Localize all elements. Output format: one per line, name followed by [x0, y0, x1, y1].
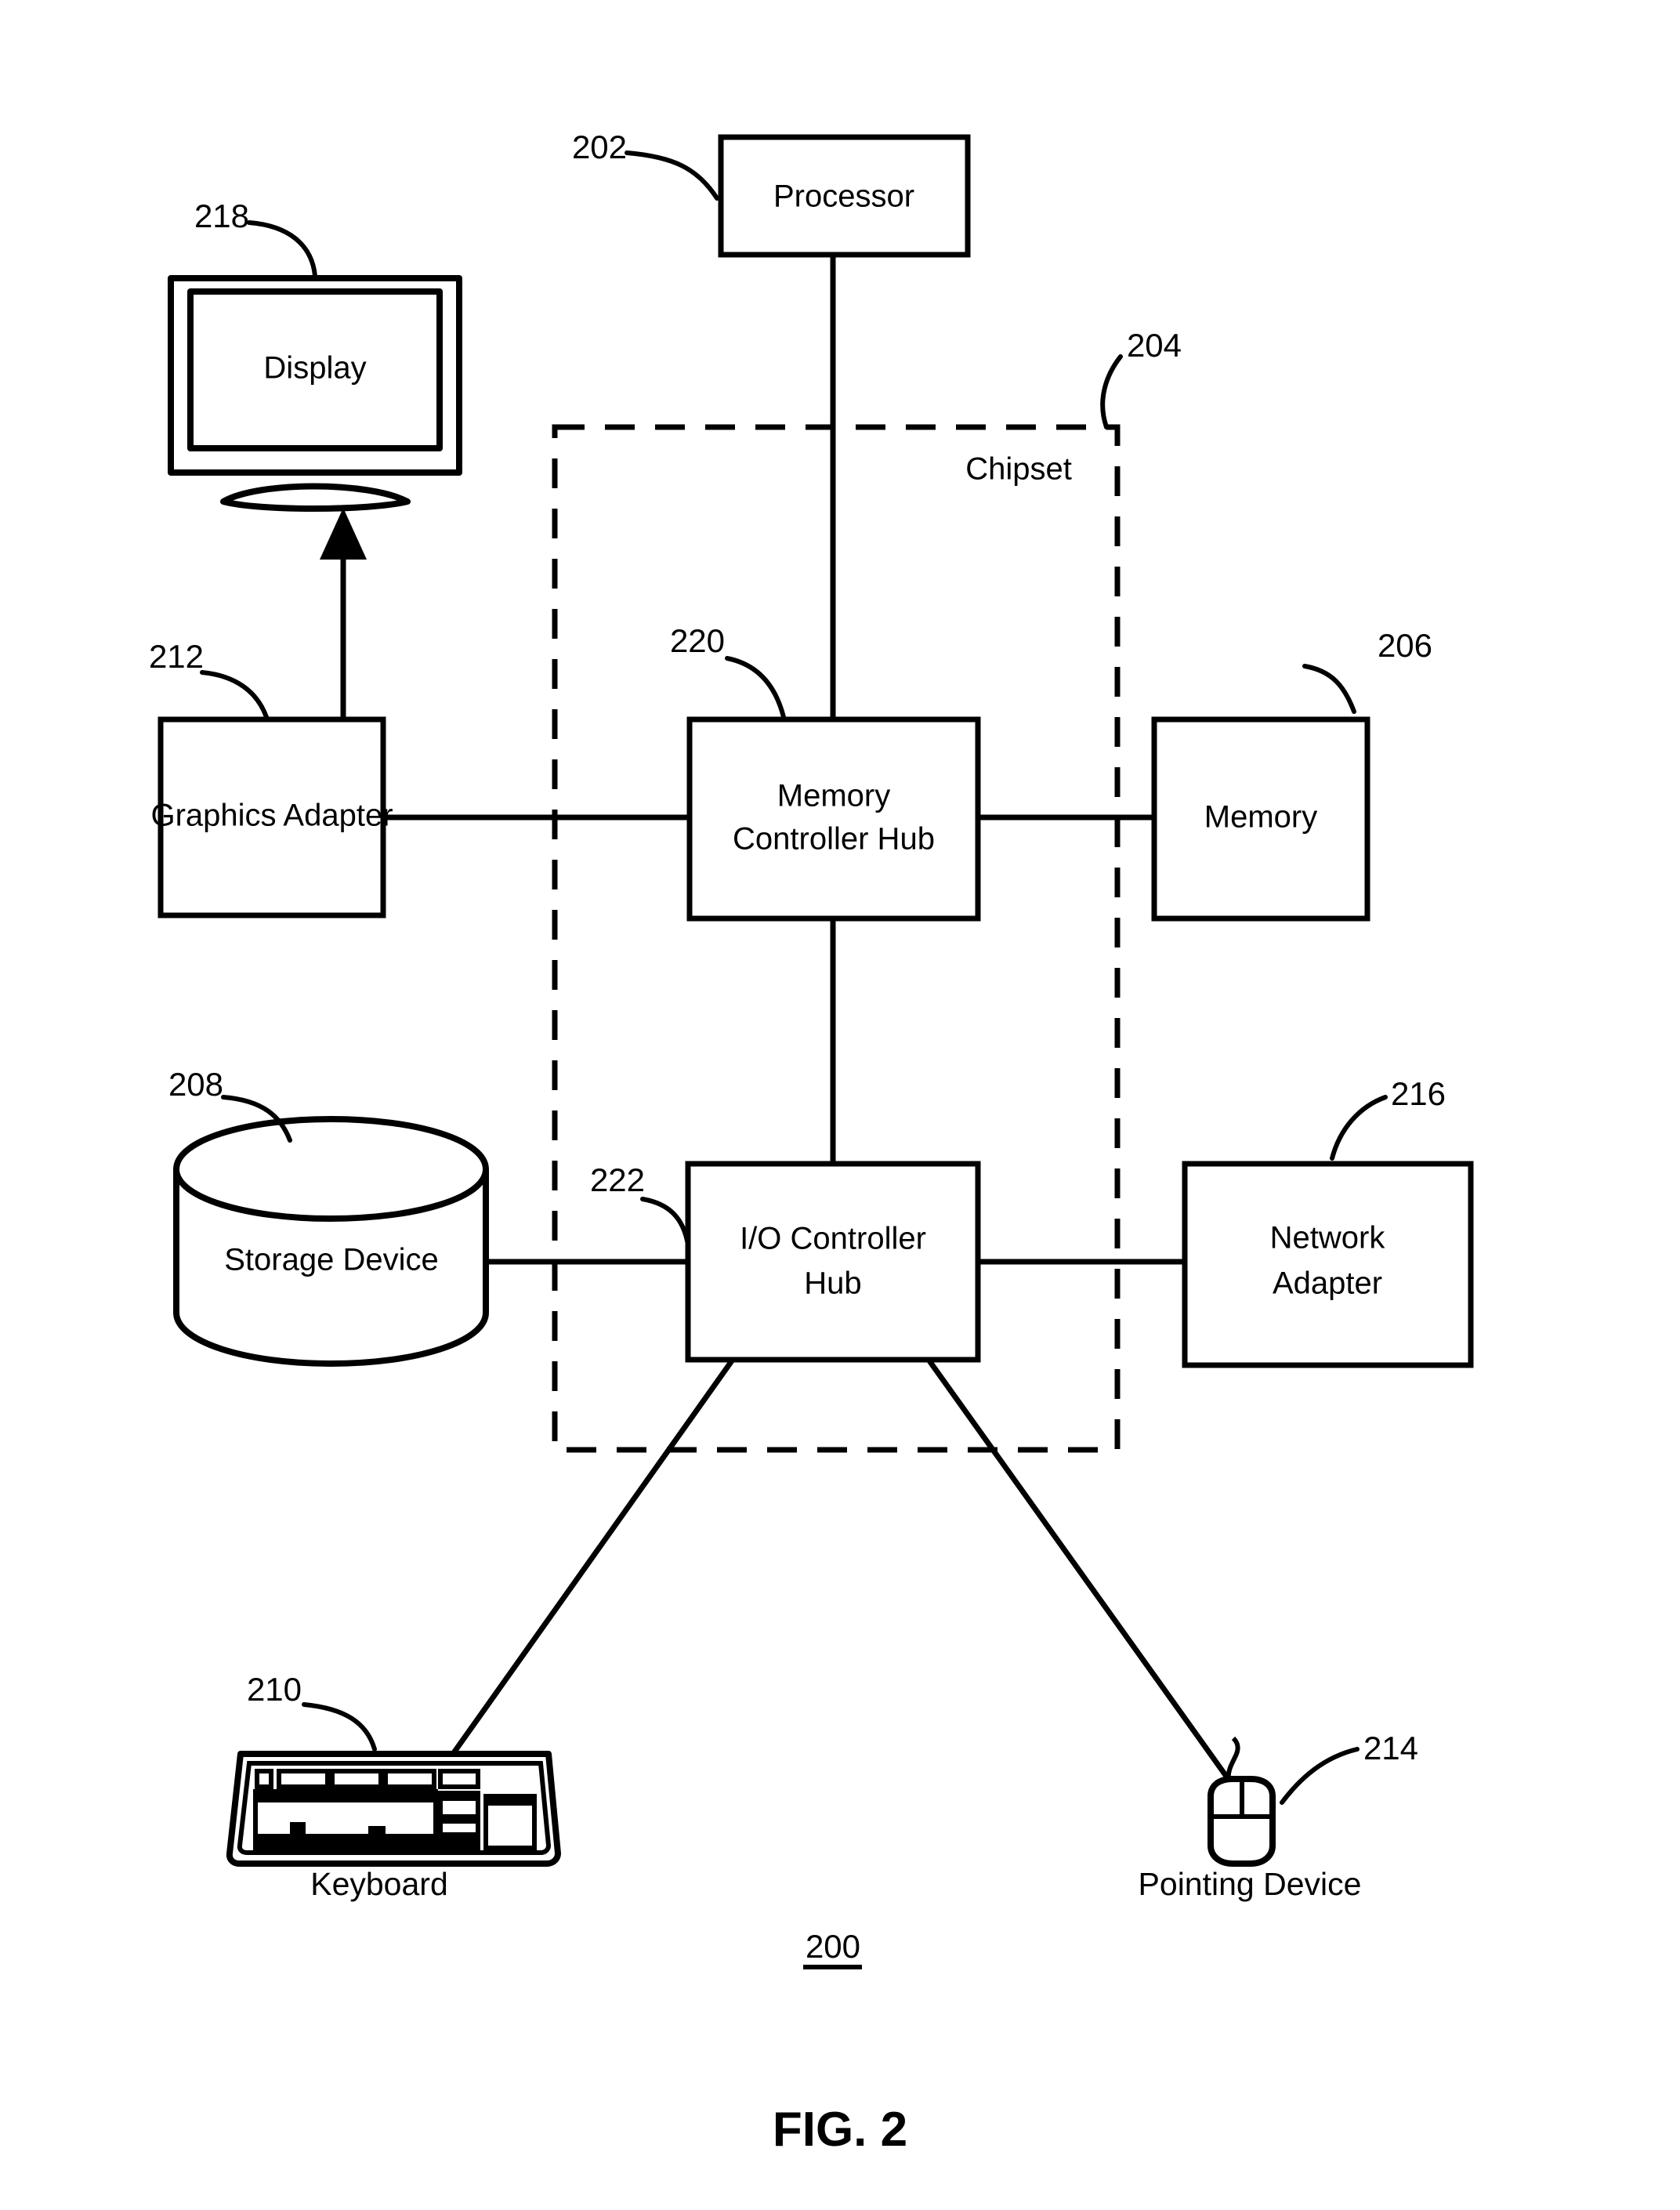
- arrowhead-to-display: [320, 508, 367, 560]
- ref-206: 206: [1378, 627, 1432, 664]
- keyboard-fkeys-1: [277, 1769, 330, 1789]
- leader-216: [1330, 1095, 1388, 1161]
- ref-220: 220: [670, 622, 725, 659]
- leader-204: [1100, 354, 1123, 429]
- storage-device-label: Storage Device: [224, 1243, 438, 1277]
- leader-222: [640, 1197, 690, 1247]
- memory-controller-hub-label-line2: Controller Hub: [733, 822, 935, 857]
- ref-222: 222: [590, 1161, 645, 1198]
- keyboard-fkeys-2: [330, 1769, 383, 1789]
- figure-title: FIG. 2: [773, 2103, 907, 2157]
- keyboard-fkeys-3: [383, 1769, 436, 1789]
- keyboard-row-shade-1: [255, 1792, 436, 1802]
- ref-200: 200: [806, 1928, 860, 1965]
- network-adapter-box[interactable]: [1182, 1161, 1474, 1368]
- leader-214: [1280, 1747, 1360, 1805]
- display-label: Display: [263, 351, 366, 386]
- ref-204: 204: [1127, 327, 1182, 364]
- storage-device-cylinder[interactable]: [173, 1116, 489, 1367]
- memory-controller-hub-label-line1: Memory: [777, 779, 890, 813]
- keyboard-pictogram[interactable]: [226, 1751, 561, 1867]
- leader-208: [221, 1095, 292, 1143]
- leader-202: [625, 150, 719, 201]
- connector-ioch-to-pointing-device: [926, 1357, 1229, 1780]
- system-architecture-diagram: Processor 202 Chipset 204 Display 218 Gr…: [149, 129, 1474, 2157]
- leader-220: [725, 656, 786, 719]
- chipset-label: Chipset: [965, 452, 1072, 487]
- io-controller-hub-box[interactable]: [685, 1161, 981, 1363]
- keyboard-spacebar-row: [255, 1822, 436, 1848]
- leader-206: [1302, 664, 1356, 714]
- ref-202: 202: [572, 129, 627, 165]
- leader-212: [200, 670, 269, 719]
- ref-210: 210: [247, 1671, 302, 1708]
- keyboard-caption: Keyboard: [310, 1866, 448, 1902]
- graphics-adapter-label: Graphics Adapter: [150, 799, 393, 833]
- ref-214: 214: [1363, 1730, 1418, 1766]
- pointing-device-pictogram[interactable]: [1208, 1736, 1276, 1867]
- io-controller-hub-label-line1: I/O Controller: [740, 1222, 926, 1256]
- leader-218: [247, 220, 317, 278]
- ref-218: 218: [194, 197, 249, 234]
- network-adapter-label-line1: Network: [1270, 1221, 1386, 1255]
- keyboard-fkeys-4: [438, 1769, 480, 1789]
- storage-cylinder-top: [173, 1116, 489, 1222]
- network-adapter-label-line2: Adapter: [1273, 1266, 1382, 1301]
- display-stand: [220, 483, 411, 512]
- keyboard-numpad-shade: [486, 1796, 534, 1806]
- keyboard-esc-key: [255, 1769, 273, 1789]
- connector-ioch-to-keyboard: [451, 1357, 735, 1756]
- keyboard-nav-shade: [440, 1793, 478, 1801]
- display-monitor[interactable]: [168, 275, 462, 512]
- patent-figure: Processor 202 Chipset 204 Display 218 Gr…: [0, 0, 1680, 2210]
- pointing-device-caption: Pointing Device: [1139, 1866, 1362, 1902]
- ref-212: 212: [149, 638, 204, 675]
- mouse-cord: [1226, 1736, 1240, 1781]
- keyboard-arrow-shade: [440, 1832, 478, 1848]
- ref-208: 208: [168, 1066, 223, 1103]
- processor-label: Processor: [773, 179, 914, 214]
- io-controller-hub-label-line2: Hub: [804, 1266, 861, 1301]
- leader-210: [302, 1702, 377, 1752]
- ref-216: 216: [1391, 1075, 1446, 1112]
- memory-label: Memory: [1204, 800, 1317, 835]
- memory-controller-hub-box[interactable]: [686, 716, 981, 922]
